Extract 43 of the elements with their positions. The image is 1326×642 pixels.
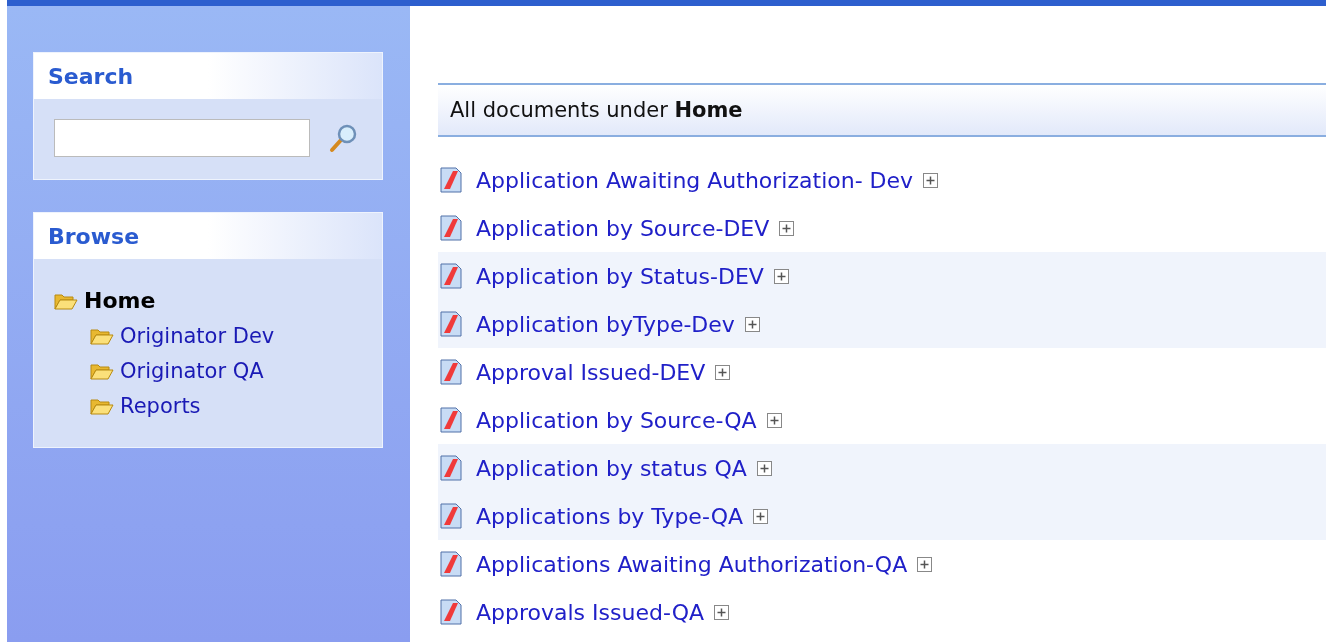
document-link[interactable]: Approval Issued-DEV xyxy=(476,359,706,385)
document-link[interactable]: Approvals Issued-QA xyxy=(476,599,705,625)
folder-icon xyxy=(54,291,78,310)
document-link[interactable]: Applications by Type-QA xyxy=(476,503,743,529)
folder-link[interactable]: Home xyxy=(84,288,156,313)
expand-icon[interactable] xyxy=(766,412,782,428)
folder-icon xyxy=(90,361,114,380)
document-icon xyxy=(440,311,462,337)
search-field[interactable] xyxy=(54,119,310,157)
folder-link[interactable]: Originator Dev xyxy=(120,323,275,348)
document-icon xyxy=(440,167,462,193)
document-link[interactable]: Applications Awaiting Authorization-QA xyxy=(476,551,908,577)
panel-title: Search xyxy=(48,63,134,89)
folder-icon xyxy=(90,326,114,345)
document-link[interactable]: Application by Status-DEV xyxy=(476,263,764,289)
panel-title: Browse xyxy=(48,223,140,249)
document-icon xyxy=(440,599,462,625)
document-icon xyxy=(440,551,462,577)
document-link[interactable]: Application by status QA xyxy=(476,455,747,481)
document-link[interactable]: Application by Source-DEV xyxy=(476,215,770,241)
document-icon xyxy=(440,503,462,529)
document-link[interactable]: Application by Source-QA xyxy=(476,407,757,433)
expand-icon[interactable] xyxy=(773,268,789,284)
document-link[interactable]: Application Awaiting Authorization- Dev xyxy=(476,167,914,193)
expand-icon[interactable] xyxy=(744,316,760,332)
expand-icon[interactable] xyxy=(753,508,768,524)
expand-icon[interactable] xyxy=(923,172,939,188)
search-icon[interactable] xyxy=(328,122,358,154)
folder-icon xyxy=(90,396,114,415)
folder-link[interactable]: Originator QA xyxy=(120,358,264,383)
expand-icon[interactable] xyxy=(756,460,772,476)
document-icon xyxy=(440,407,462,433)
expand-icon[interactable] xyxy=(779,220,795,236)
document-icon xyxy=(440,455,462,481)
document-icon xyxy=(440,359,462,385)
document-icon xyxy=(440,263,462,289)
document-icon xyxy=(440,215,462,241)
expand-icon[interactable] xyxy=(714,604,730,620)
expand-icon[interactable] xyxy=(917,556,933,572)
expand-icon[interactable] xyxy=(715,364,731,380)
header-text: All documents under Home xyxy=(450,98,743,122)
folder-link[interactable]: Reports xyxy=(120,393,201,418)
document-link[interactable]: Application byType-Dev xyxy=(476,311,735,337)
